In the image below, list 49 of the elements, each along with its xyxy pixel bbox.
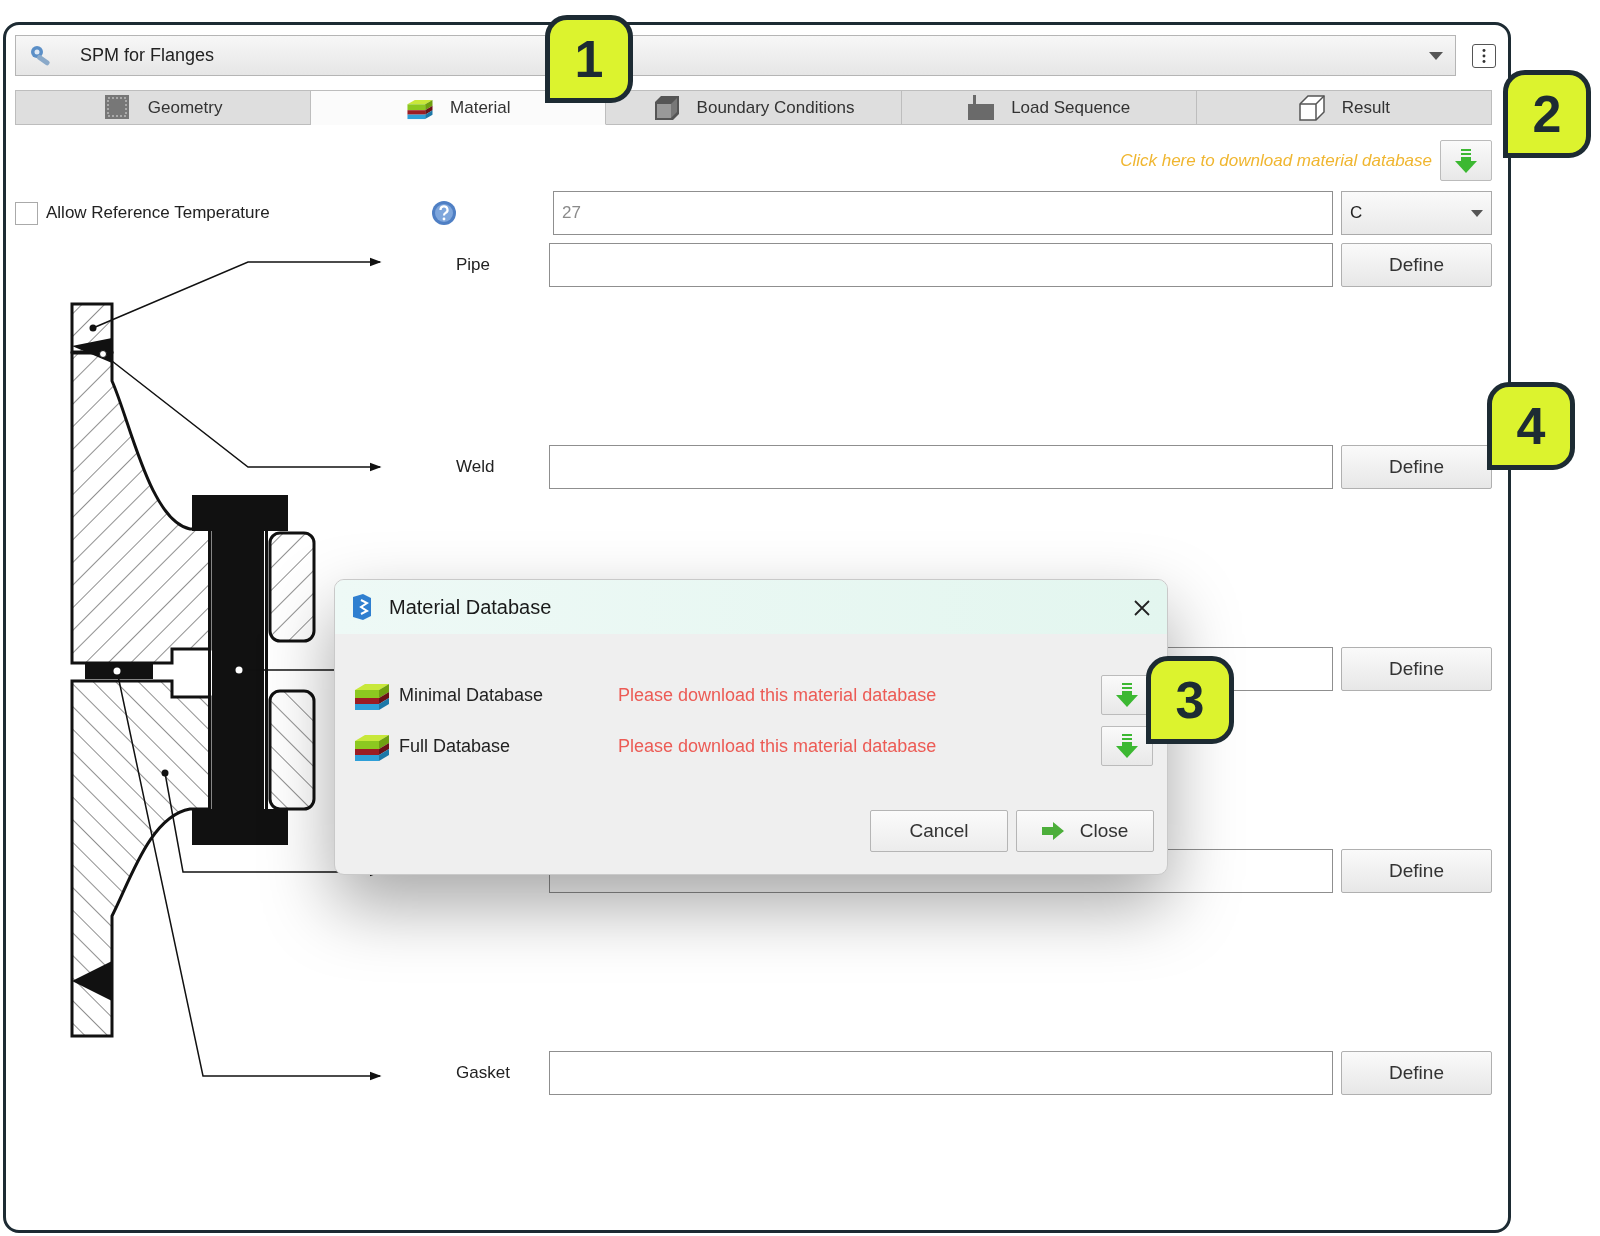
material-label: Weld [456, 457, 495, 477]
download-arrow-icon [1116, 734, 1138, 759]
app-logo-icon [351, 594, 373, 620]
arrow-right-icon [1041, 822, 1064, 840]
material-field[interactable] [549, 1051, 1333, 1095]
database-status: Please download this material database [618, 734, 937, 758]
database-name: Minimal Database [399, 683, 545, 707]
download-arrow-icon [1455, 148, 1477, 173]
material-field[interactable] [549, 243, 1333, 287]
checkbox-label: Allow Reference Temperature [46, 202, 270, 225]
tab[interactable]: Geometry [15, 90, 312, 125]
dialog-title: Material Database [389, 595, 552, 620]
tab[interactable]: Load Sequence [901, 90, 1197, 125]
material-field[interactable] [549, 445, 1333, 489]
database-name: Full Database [399, 734, 512, 758]
download-arrow-icon [1116, 683, 1138, 708]
weld-drawing [72, 961, 112, 1001]
material-label: Gasket [456, 1063, 510, 1083]
block-icon [967, 93, 996, 122]
define-button[interactable]: Define [1341, 1051, 1492, 1095]
help-icon[interactable] [431, 200, 457, 226]
step-number-tooltip: 4 [1487, 382, 1575, 470]
database-status: Please download this material database [618, 683, 937, 707]
template-title: SPM for Flanges [80, 44, 215, 67]
step-number-tooltip: 1 [545, 15, 633, 103]
define-button[interactable]: Define [1341, 243, 1492, 287]
close-button[interactable]: Close [1016, 810, 1154, 852]
leader-dot [161, 769, 169, 777]
grid-square-icon [103, 93, 132, 122]
step-number-tooltip: 3 [1146, 656, 1234, 744]
material-label: Pipe [456, 255, 491, 275]
leader-dot [235, 666, 243, 674]
wireframe-cube-icon [1297, 93, 1326, 122]
cube-icon [652, 93, 681, 122]
dropdown-caret-icon [1429, 51, 1443, 60]
define-button[interactable]: Define [1341, 647, 1492, 691]
define-button[interactable]: Define [1341, 849, 1492, 893]
leader-dot [99, 350, 107, 358]
tab[interactable]: Boundary Conditions [606, 90, 902, 125]
step-number-tooltip: 2 [1503, 70, 1591, 158]
download-button[interactable] [1101, 726, 1153, 766]
cancel-button[interactable]: Cancel [870, 810, 1008, 852]
leader-dot [89, 324, 97, 332]
define-button[interactable]: Define [1341, 445, 1492, 489]
leader-dot [113, 667, 121, 675]
tab[interactable]: Material [311, 90, 607, 125]
tab[interactable]: Result [1196, 90, 1492, 125]
more-options-icon[interactable] [1472, 43, 1496, 68]
dropdown-caret-icon [1471, 209, 1483, 217]
